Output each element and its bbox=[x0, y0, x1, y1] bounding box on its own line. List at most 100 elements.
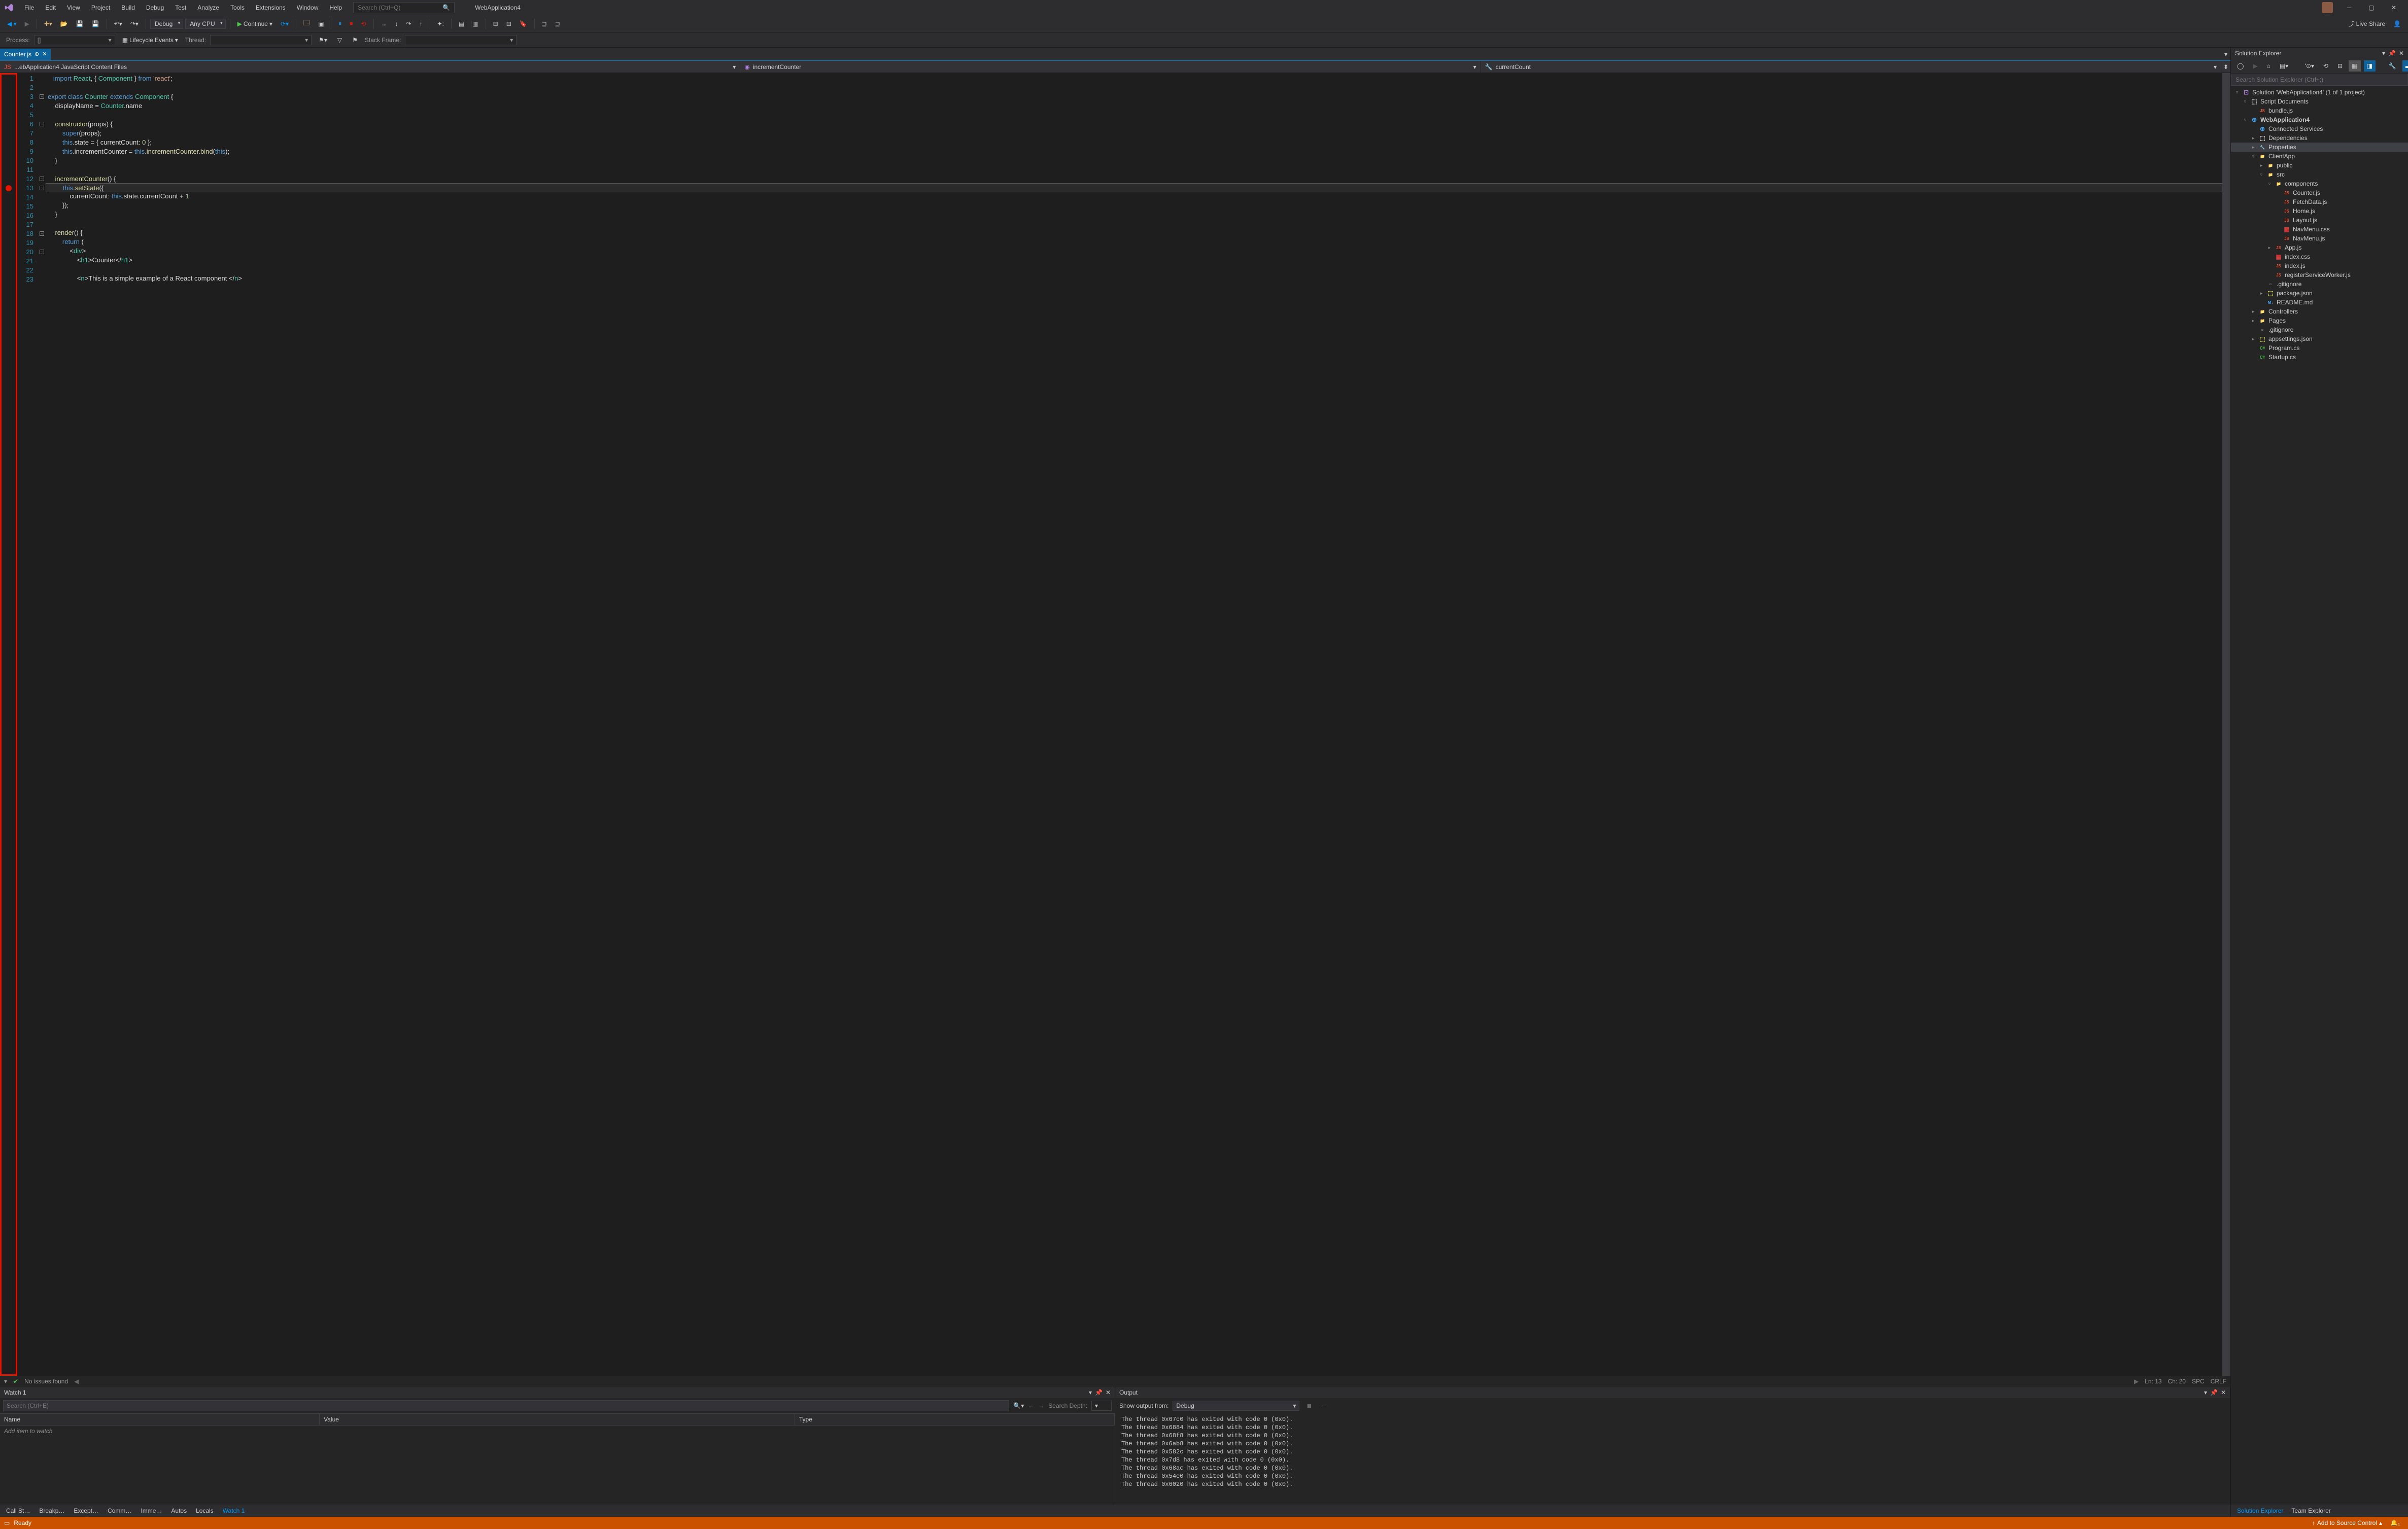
overflow-icon[interactable]: ▾ bbox=[4, 1378, 7, 1385]
continue-button[interactable]: ▶ Continue ▾ bbox=[234, 18, 276, 29]
intelli-icon[interactable]: ✦: bbox=[434, 18, 447, 29]
tree-item[interactable]: ▦NavMenu.css bbox=[2231, 225, 2408, 234]
thread-select[interactable]: ▾ bbox=[210, 35, 312, 45]
tree-item[interactable]: ▿⊕WebApplication4 bbox=[2231, 115, 2408, 124]
tree-item[interactable]: ▸JSApp.js bbox=[2231, 243, 2408, 252]
tool3-icon[interactable]: ⊟ bbox=[490, 18, 501, 29]
code-line[interactable]: super(props); bbox=[46, 129, 2222, 138]
tree-item[interactable]: ⊕Connected Services bbox=[2231, 124, 2408, 133]
flag-icon[interactable]: ⚑▾ bbox=[316, 34, 330, 46]
process-select[interactable]: []▾ bbox=[34, 35, 115, 45]
expand-icon[interactable]: ▸ bbox=[2250, 145, 2256, 150]
fold-icon[interactable]: − bbox=[40, 177, 44, 181]
output-source-select[interactable]: Debug▾ bbox=[1173, 1401, 1299, 1411]
pending-icon[interactable]: ʻ⊙▾ bbox=[2301, 60, 2317, 72]
watch-search-input[interactable] bbox=[3, 1400, 1009, 1411]
tree-item[interactable]: C#Program.cs bbox=[2231, 343, 2408, 353]
tree-item[interactable]: ▦index.css bbox=[2231, 252, 2408, 261]
tree-item[interactable]: ▸⬚Dependencies bbox=[2231, 133, 2408, 143]
bottom-tab[interactable]: Autos bbox=[167, 1506, 191, 1516]
watch-col-type[interactable]: Type bbox=[795, 1414, 1115, 1425]
tree-item[interactable]: JSLayout.js bbox=[2231, 216, 2408, 225]
source-control-button[interactable]: ↑ Add to Source Control ▴ bbox=[2308, 1519, 2386, 1526]
tree-item[interactable]: JSCounter.js bbox=[2231, 188, 2408, 197]
fold-icon[interactable]: − bbox=[40, 231, 44, 236]
bottom-tab[interactable]: Breakp… bbox=[35, 1506, 68, 1516]
panel-close-icon[interactable]: ✕ bbox=[1106, 1389, 1111, 1396]
step-over-icon[interactable]: ↷ bbox=[403, 18, 415, 29]
configuration-select[interactable]: Debug bbox=[150, 19, 183, 29]
nav-back-icon[interactable]: ◀ ▾ bbox=[4, 18, 20, 29]
tree-item[interactable]: ▸📁Pages bbox=[2231, 316, 2408, 325]
comment-icon[interactable]: ⊒ bbox=[539, 18, 550, 29]
code-line[interactable]: this.state = { currentCount: 0 }; bbox=[46, 138, 2222, 147]
bottom-tab[interactable]: Comm… bbox=[104, 1506, 135, 1516]
expand-icon[interactable]: ▿ bbox=[2258, 172, 2264, 178]
user-avatar[interactable] bbox=[2322, 2, 2333, 13]
split-icon[interactable]: ⬍ bbox=[2221, 61, 2230, 73]
tree-item[interactable]: JSregisterServiceWorker.js bbox=[2231, 270, 2408, 280]
code-line[interactable] bbox=[46, 111, 2222, 120]
tab-team-explorer[interactable]: Team Explorer bbox=[2287, 1506, 2334, 1516]
menu-view[interactable]: View bbox=[62, 2, 85, 13]
quick-search[interactable]: 🔍 bbox=[353, 2, 455, 13]
tree-item[interactable]: ▸📁public bbox=[2231, 161, 2408, 170]
expand-icon[interactable]: ▿ bbox=[2242, 117, 2248, 123]
tree-item[interactable]: ▸⬚package.json bbox=[2231, 289, 2408, 298]
expand-icon[interactable]: ▸ bbox=[2258, 163, 2264, 168]
watch-col-value[interactable]: Value bbox=[320, 1414, 795, 1425]
menu-project[interactable]: Project bbox=[86, 2, 115, 13]
save-icon[interactable]: 💾 bbox=[73, 18, 87, 29]
expand-icon[interactable]: ▸ bbox=[2250, 318, 2256, 324]
search-input[interactable] bbox=[358, 4, 442, 11]
panel-dropdown-icon[interactable]: ▾ bbox=[2382, 50, 2385, 57]
menu-build[interactable]: Build bbox=[116, 2, 140, 13]
fwd-icon[interactable]: → bbox=[1038, 1402, 1044, 1409]
solution-tree[interactable]: ▿⊡Solution 'WebApplication4' (1 of 1 pro… bbox=[2231, 86, 2408, 1505]
minimize-button[interactable]: ─ bbox=[2339, 1, 2359, 15]
code-line[interactable]: <n>This is a simple example of a React c… bbox=[46, 274, 2222, 283]
expand-icon[interactable]: ▿ bbox=[2234, 90, 2240, 95]
code-line[interactable]: export class Counter extends Component { bbox=[46, 92, 2222, 101]
tree-item[interactable]: ▿⬚Script Documents bbox=[2231, 97, 2408, 106]
code-line[interactable]: <div> bbox=[46, 247, 2222, 256]
flag2-icon[interactable]: ⚑ bbox=[349, 34, 361, 46]
collapse-icon[interactable]: ⊟ bbox=[2334, 60, 2346, 72]
feedback-icon[interactable]: 👤 bbox=[2390, 18, 2404, 29]
watch-col-name[interactable]: Name bbox=[0, 1414, 320, 1425]
tree-item[interactable]: ▫.gitignore bbox=[2231, 325, 2408, 334]
notifications-icon[interactable]: 🔔₁ bbox=[2386, 1519, 2404, 1526]
bottom-tab[interactable]: Locals bbox=[192, 1506, 218, 1516]
code-line[interactable] bbox=[46, 265, 2222, 274]
code-line[interactable] bbox=[46, 219, 2222, 228]
back-icon[interactable]: ← bbox=[1028, 1402, 1034, 1409]
code-line[interactable]: return ( bbox=[46, 237, 2222, 247]
tree-item[interactable]: ▸📁Controllers bbox=[2231, 307, 2408, 316]
tree-item[interactable]: ▸🔧Properties bbox=[2231, 143, 2408, 152]
expand-icon[interactable]: ▸ bbox=[2250, 135, 2256, 141]
menu-help[interactable]: Help bbox=[324, 2, 347, 13]
code-line[interactable]: this.incrementCounter = this.incrementCo… bbox=[46, 147, 2222, 156]
tree-item[interactable]: ▿📁components bbox=[2231, 179, 2408, 188]
nav-submember[interactable]: 🔧currentCount▾ bbox=[1481, 61, 2221, 73]
menu-test[interactable]: Test bbox=[170, 2, 191, 13]
code-editor[interactable]: 1234567891011121314151617181920212223 −−… bbox=[0, 73, 2230, 1376]
tree-item[interactable]: M↓README.md bbox=[2231, 298, 2408, 307]
show-next-icon[interactable]: → bbox=[378, 18, 390, 29]
maximize-button[interactable]: ▢ bbox=[2361, 1, 2382, 15]
bottom-tab[interactable]: Call St… bbox=[2, 1506, 34, 1516]
step-into-icon[interactable]: ↓ bbox=[392, 18, 401, 29]
menu-analyze[interactable]: Analyze bbox=[192, 2, 224, 13]
expand-icon[interactable]: ▸ bbox=[2266, 245, 2273, 251]
code-line[interactable]: }); bbox=[46, 201, 2222, 210]
code-line[interactable]: this.setState({ bbox=[46, 183, 2222, 192]
fold-icon[interactable]: − bbox=[40, 250, 44, 254]
scroll-right-icon[interactable]: ▶ bbox=[2134, 1378, 2139, 1385]
tree-item[interactable]: JSHome.js bbox=[2231, 206, 2408, 216]
menu-file[interactable]: File bbox=[19, 2, 39, 13]
menu-window[interactable]: Window bbox=[292, 2, 324, 13]
new-item-icon[interactable]: ✚▾ bbox=[41, 18, 55, 29]
search-icon[interactable]: 🔍▾ bbox=[1013, 1402, 1024, 1409]
scroll-left-icon[interactable]: ◀ bbox=[74, 1378, 79, 1385]
open-icon[interactable]: 📂 bbox=[57, 18, 71, 29]
